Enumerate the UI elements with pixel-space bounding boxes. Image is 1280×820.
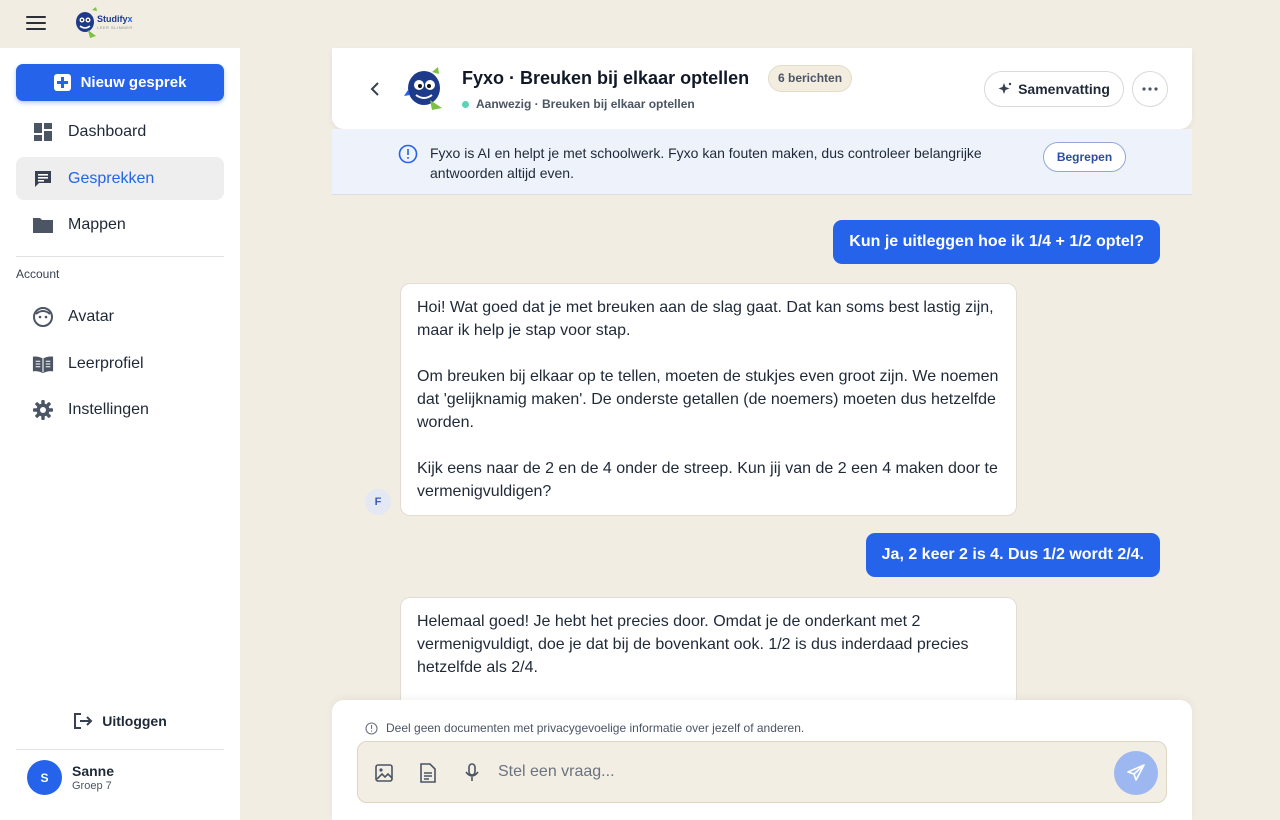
account-section-label: Account (16, 267, 60, 281)
online-dot-icon (462, 100, 469, 108)
user-message: Kun je uitleggen hoe ik 1/4 + 1/2 optel? (833, 220, 1160, 264)
book-icon (32, 353, 54, 375)
dismiss-notice-button[interactable]: Begrepen (1043, 142, 1126, 172)
logo-tagline: LEER SLIMMER (97, 25, 133, 30)
logo-wordmark: Studifyx (97, 14, 133, 24)
presence-text: Aanwezig · Breuken bij elkaar optellen (476, 97, 695, 111)
bot-message-paragraph: Kijk eens naar de 2 en de 4 onder de str… (417, 460, 998, 500)
new-chat-button[interactable]: Nieuw gesprek (16, 64, 224, 101)
user-profile[interactable]: S Sanne Groep 7 (27, 760, 114, 795)
fyxo-mascot-icon (404, 67, 442, 110)
sidebar-item-label: Mappen (68, 215, 126, 233)
bot-message-paragraph: Om breuken bij elkaar op te tellen, moet… (417, 368, 999, 431)
sidebar-item-label: Avatar (68, 307, 114, 325)
message-composer: Deel geen documenten met privacygevoelig… (332, 700, 1192, 820)
user-name: Sanne (72, 762, 115, 779)
bot-message-paragraph: Hoi! Wat goed dat je met breuken aan de … (417, 299, 994, 339)
ai-notice-text: Fyxo is AI en helpt je met schoolwerk. F… (430, 145, 982, 181)
back-arrow-icon[interactable] (368, 80, 382, 98)
gear-icon (32, 399, 54, 421)
info-icon (398, 144, 418, 164)
bot-message: Hoi! Wat goed dat je met breuken aan de … (400, 283, 1017, 516)
dashboard-icon (32, 121, 54, 143)
summary-button[interactable]: Samenvatting (984, 71, 1124, 107)
more-horizontal-icon (1142, 87, 1158, 91)
more-options-button[interactable] (1132, 71, 1168, 107)
send-icon (1127, 764, 1145, 781)
sidebar-item-avatar[interactable]: Avatar (16, 295, 224, 338)
composer-input-box (357, 741, 1167, 803)
top-bar: Studifyx LEER SLIMMER (0, 0, 1280, 48)
avatar: S (27, 760, 62, 795)
bot-message: Helemaal goed! Je hebt het precies door.… (400, 597, 1017, 707)
sidebar-item-settings[interactable]: Instellingen (16, 388, 224, 431)
menu-icon[interactable] (26, 16, 46, 32)
attach-image-button[interactable] (373, 762, 395, 784)
summary-label: Samenvatting (1018, 81, 1110, 97)
privacy-notice-text: Deel geen documenten met privacygevoelig… (386, 721, 805, 735)
sidebar-item-conversations[interactable]: Gesprekken (16, 157, 224, 200)
sidebar-item-label: Leerprofiel (68, 354, 144, 372)
voice-input-button[interactable] (461, 762, 483, 784)
chat-header: Fyxo · Breuken bij elkaar optellen 6 ber… (332, 48, 1192, 129)
microphone-icon (465, 763, 479, 781)
chat-title: Fyxo · Breuken bij elkaar optellen (462, 68, 750, 88)
logout-label: Uitloggen (102, 713, 167, 729)
chat-icon (32, 168, 54, 190)
presence-status: Aanwezig · Breuken bij elkaar optellen (462, 97, 695, 111)
sidebar-item-label: Dashboard (68, 122, 147, 140)
image-icon (375, 764, 393, 782)
sparkle-icon (998, 82, 1012, 94)
user-group: Groep 7 (72, 779, 112, 792)
sidebar-item-label: Gesprekken (68, 169, 155, 187)
ai-notice-banner: Fyxo is AI en helpt je met schoolwerk. F… (332, 129, 1192, 195)
sidebar-divider (16, 749, 224, 750)
sidebar-item-label: Instellingen (68, 400, 149, 418)
sidebar-item-dashboard[interactable]: Dashboard (16, 110, 224, 153)
privacy-notice: Deel geen documenten met privacygevoelig… (365, 721, 804, 735)
logout-button[interactable]: Uitloggen (16, 708, 224, 734)
attach-document-button[interactable] (417, 762, 439, 784)
user-message: Ja, 2 keer 2 is 4. Dus 1/2 wordt 2/4. (865, 533, 1160, 577)
face-icon (32, 306, 54, 328)
logout-icon (74, 713, 93, 729)
bot-avatar: F (365, 489, 391, 515)
document-icon (420, 763, 436, 783)
info-icon (365, 721, 378, 735)
sidebar-item-folders[interactable]: Mappen (16, 203, 224, 246)
sidebar-item-learning-profile[interactable]: Leerprofiel (16, 342, 224, 385)
bot-message-paragraph: Helemaal goed! Je hebt het precies door.… (417, 613, 969, 676)
message-count-badge: 6 berichten (768, 65, 853, 92)
message-input[interactable] (498, 760, 1098, 784)
add-chat-icon (53, 74, 71, 91)
sidebar: Nieuw gesprek Dashboard Gesprekken Mappe… (0, 48, 240, 820)
send-button[interactable] (1114, 751, 1158, 795)
sidebar-divider (16, 256, 224, 257)
folder-icon (32, 214, 54, 236)
new-chat-label: Nieuw gesprek (80, 74, 187, 91)
